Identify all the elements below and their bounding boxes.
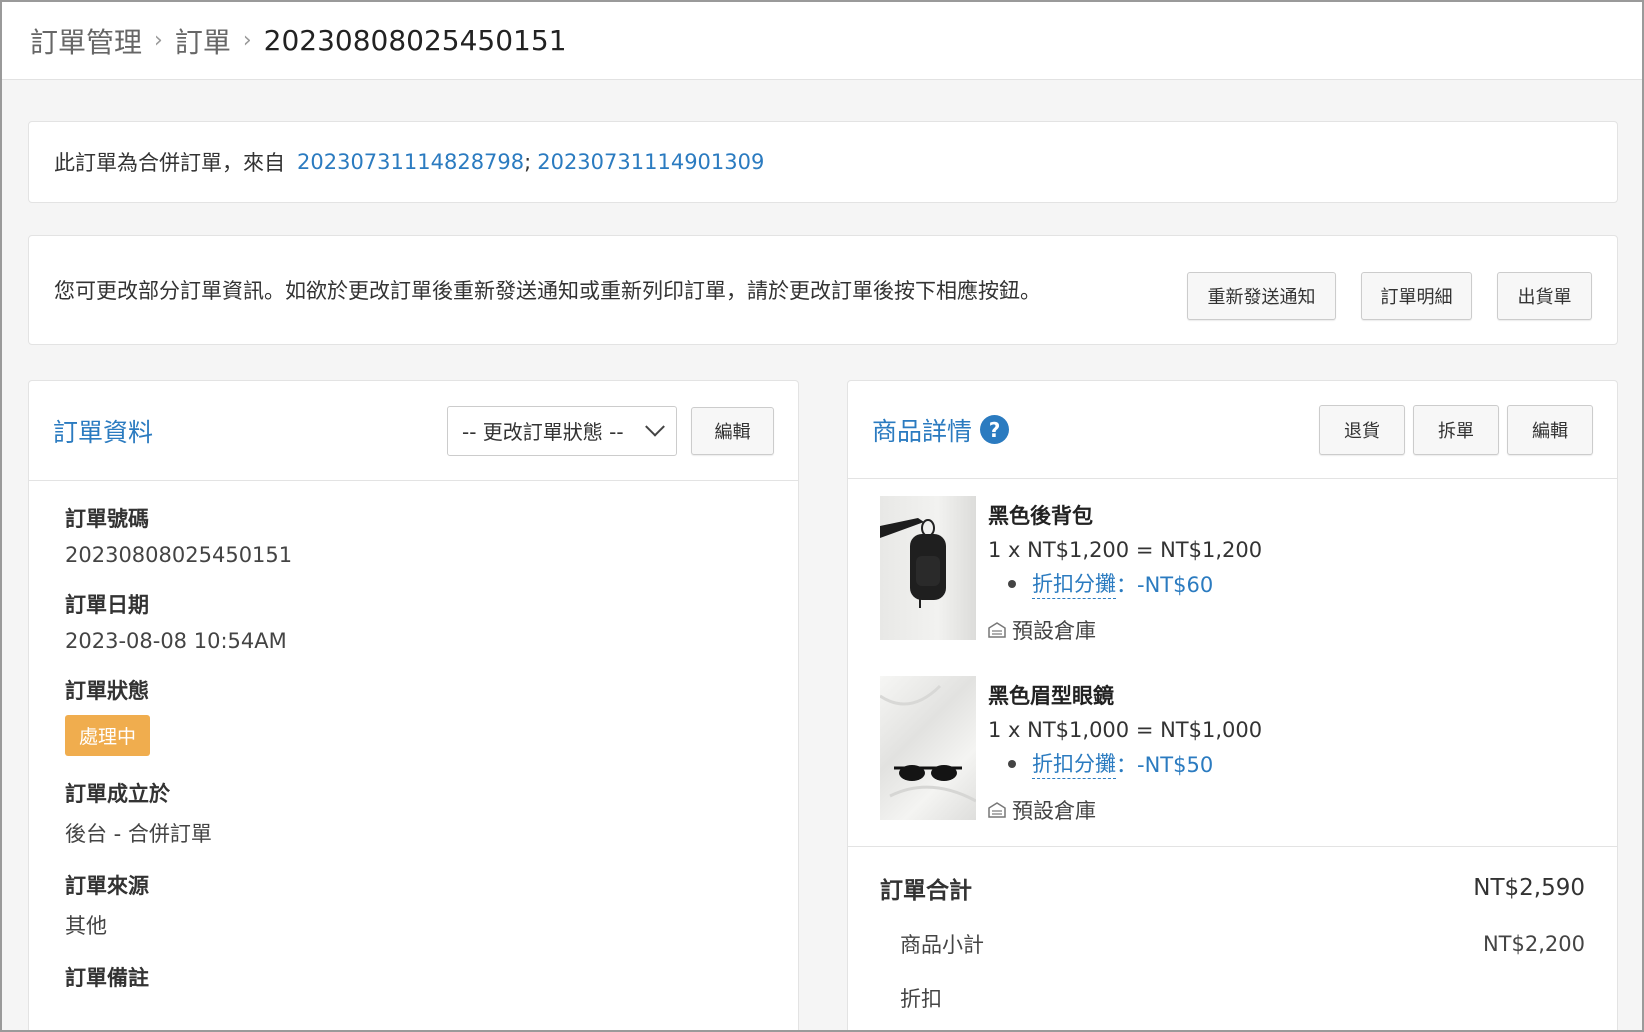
field-value: 其他 [65, 914, 107, 938]
product-details-title: 商品詳情 ? [872, 412, 1319, 448]
order-total-value: NT$2,590 [1473, 875, 1585, 901]
field-order-created-in: 訂單成立於 後台 - 合併訂單 [65, 778, 762, 848]
discount-allocation-label[interactable]: 折扣分攤 [1032, 748, 1116, 779]
field-order-source: 訂單來源 其他 [65, 870, 762, 940]
field-order-date: 訂單日期 2023-08-08 10:54AM [65, 589, 762, 653]
field-label: 訂單狀態 [65, 679, 149, 703]
breadcrumb-orders[interactable]: 訂單 [175, 21, 231, 61]
order-total-label: 訂單合計 [880, 878, 972, 904]
order-total-row: 訂單合計 NT$2,590 [880, 871, 1585, 905]
order-details-button[interactable]: 訂單明細 [1361, 272, 1472, 320]
order-info-card: 訂單資料 -- 更改訂單狀態 -- 編輯 訂單號碼 20230808025450… [28, 380, 799, 1032]
discount-label: 折扣 [900, 987, 942, 1011]
field-value: 後台 - 合併訂單 [65, 822, 212, 846]
product-price-calc: 1 x NT$1,000 = NT$1,000 [988, 718, 1263, 742]
warehouse-icon [988, 802, 1006, 818]
breadcrumb: 訂單管理 › 訂單 › 20230808025450151 [2, 2, 1642, 80]
product-details-title-text: 商品詳情 [872, 416, 973, 446]
return-button[interactable]: 退貨 [1319, 404, 1405, 455]
product-image-sunglasses [880, 676, 976, 820]
discount-row: 折扣 [880, 983, 1585, 1013]
field-order-status: 訂單狀態 處理中 [65, 675, 762, 756]
merge-notice-text: 此訂單為合併訂單，來自 [54, 151, 285, 175]
split-order-button[interactable]: 拆單 [1413, 404, 1499, 455]
field-label: 訂單備註 [65, 966, 149, 990]
product-image-backpack [880, 496, 976, 640]
field-order-remarks: 訂單備註 [65, 962, 762, 992]
order-info-title: 訂單資料 [53, 417, 154, 447]
discount-allocation: 折扣分攤 ：-NT$60 [1008, 568, 1262, 599]
field-order-number: 訂單號碼 20230808025450151 [65, 503, 762, 567]
product-info: 黑色眉型眼鏡 1 x NT$1,000 = NT$1,000 折扣分攤 ：-NT… [988, 676, 1262, 825]
delivery-note-button[interactable]: 出貨單 [1497, 272, 1592, 320]
product-details-card: 商品詳情 ? 退貨 拆單 編輯 黑色後背包 1 x NT$1,200 = NT$… [847, 380, 1618, 1032]
bullet-icon [1008, 759, 1016, 768]
breadcrumb-order-management[interactable]: 訂單管理 [30, 21, 142, 61]
breadcrumb-separator-icon: › [154, 28, 163, 53]
field-label: 訂單日期 [65, 593, 149, 617]
edit-products-button[interactable]: 編輯 [1507, 404, 1593, 455]
merged-order-link[interactable]: 20230731114828798 [297, 150, 524, 174]
merged-order-link[interactable]: 20230731114901309 [537, 150, 764, 174]
breadcrumb-current-order: 20230808025450151 [263, 24, 567, 57]
order-info-body: 訂單號碼 20230808025450151 訂單日期 2023-08-08 1… [29, 481, 798, 992]
edit-notice-card: 您可更改部分訂單資訊。如欲於更改訂單後重新發送通知或重新列印訂單，請於更改訂單後… [28, 235, 1618, 345]
help-icon[interactable]: ? [980, 415, 1010, 444]
product-info: 黑色後背包 1 x NT$1,200 = NT$1,200 折扣分攤 ：-NT$… [988, 496, 1262, 645]
warehouse: 預設倉庫 [988, 615, 1262, 645]
discount-allocation-value: ：-NT$50 [1116, 752, 1214, 777]
link-separator: ; [524, 150, 532, 174]
order-totals: 訂單合計 NT$2,590 商品小計 NT$2,200 折扣 [848, 846, 1617, 1032]
warehouse-name: 預設倉庫 [1012, 799, 1096, 823]
status-badge: 處理中 [65, 715, 151, 756]
order-status-select[interactable]: -- 更改訂單狀態 -- [447, 405, 677, 456]
order-status-select-value: -- 更改訂單狀態 -- [462, 420, 624, 444]
field-label: 訂單號碼 [65, 507, 149, 531]
product-details-header: 商品詳情 ? 退貨 拆單 編輯 [848, 381, 1617, 479]
chevron-down-icon [645, 416, 665, 437]
subtotal-value: NT$2,200 [1482, 932, 1585, 956]
subtotal-label: 商品小計 [900, 933, 984, 957]
bullet-icon [1008, 579, 1016, 588]
field-value: 20230808025450151 [65, 543, 293, 567]
product-name: 黑色後背包 [988, 504, 1093, 528]
field-label: 訂單來源 [65, 874, 149, 898]
discount-allocation: 折扣分攤 ：-NT$50 [1008, 748, 1262, 779]
warehouse-name: 預設倉庫 [1012, 619, 1096, 643]
breadcrumb-separator-icon: › [242, 28, 252, 53]
notice-button-group: 重新發送通知 訂單明細 出貨單 [1187, 272, 1592, 320]
warehouse-icon [988, 622, 1006, 638]
subtotal-row: 商品小計 NT$2,200 [880, 929, 1585, 959]
edit-order-button[interactable]: 編輯 [691, 406, 774, 455]
merge-notice-card: 此訂單為合併訂單，來自 20230731114828798 ; 20230731… [28, 121, 1618, 203]
discount-allocation-label[interactable]: 折扣分攤 [1032, 568, 1116, 599]
product-button-group: 退貨 拆單 編輯 [1319, 404, 1593, 455]
field-label: 訂單成立於 [65, 782, 170, 806]
list-item: 黑色眉型眼鏡 1 x NT$1,000 = NT$1,000 折扣分攤 ：-NT… [880, 676, 1262, 825]
order-info-header: 訂單資料 -- 更改訂單狀態 -- 編輯 [29, 381, 798, 481]
field-value: 2023-08-08 10:54AM [65, 629, 287, 653]
product-name: 黑色眉型眼鏡 [988, 684, 1114, 708]
resend-notification-button[interactable]: 重新發送通知 [1187, 272, 1336, 320]
warehouse: 預設倉庫 [988, 795, 1262, 825]
discount-allocation-value: ：-NT$60 [1116, 572, 1214, 597]
edit-notice-text: 您可更改部分訂單資訊。如欲於更改訂單後重新發送通知或重新列印訂單，請於更改訂單後… [54, 279, 1041, 303]
product-price-calc: 1 x NT$1,200 = NT$1,200 [988, 538, 1263, 562]
list-item: 黑色後背包 1 x NT$1,200 = NT$1,200 折扣分攤 ：-NT$… [880, 496, 1262, 645]
